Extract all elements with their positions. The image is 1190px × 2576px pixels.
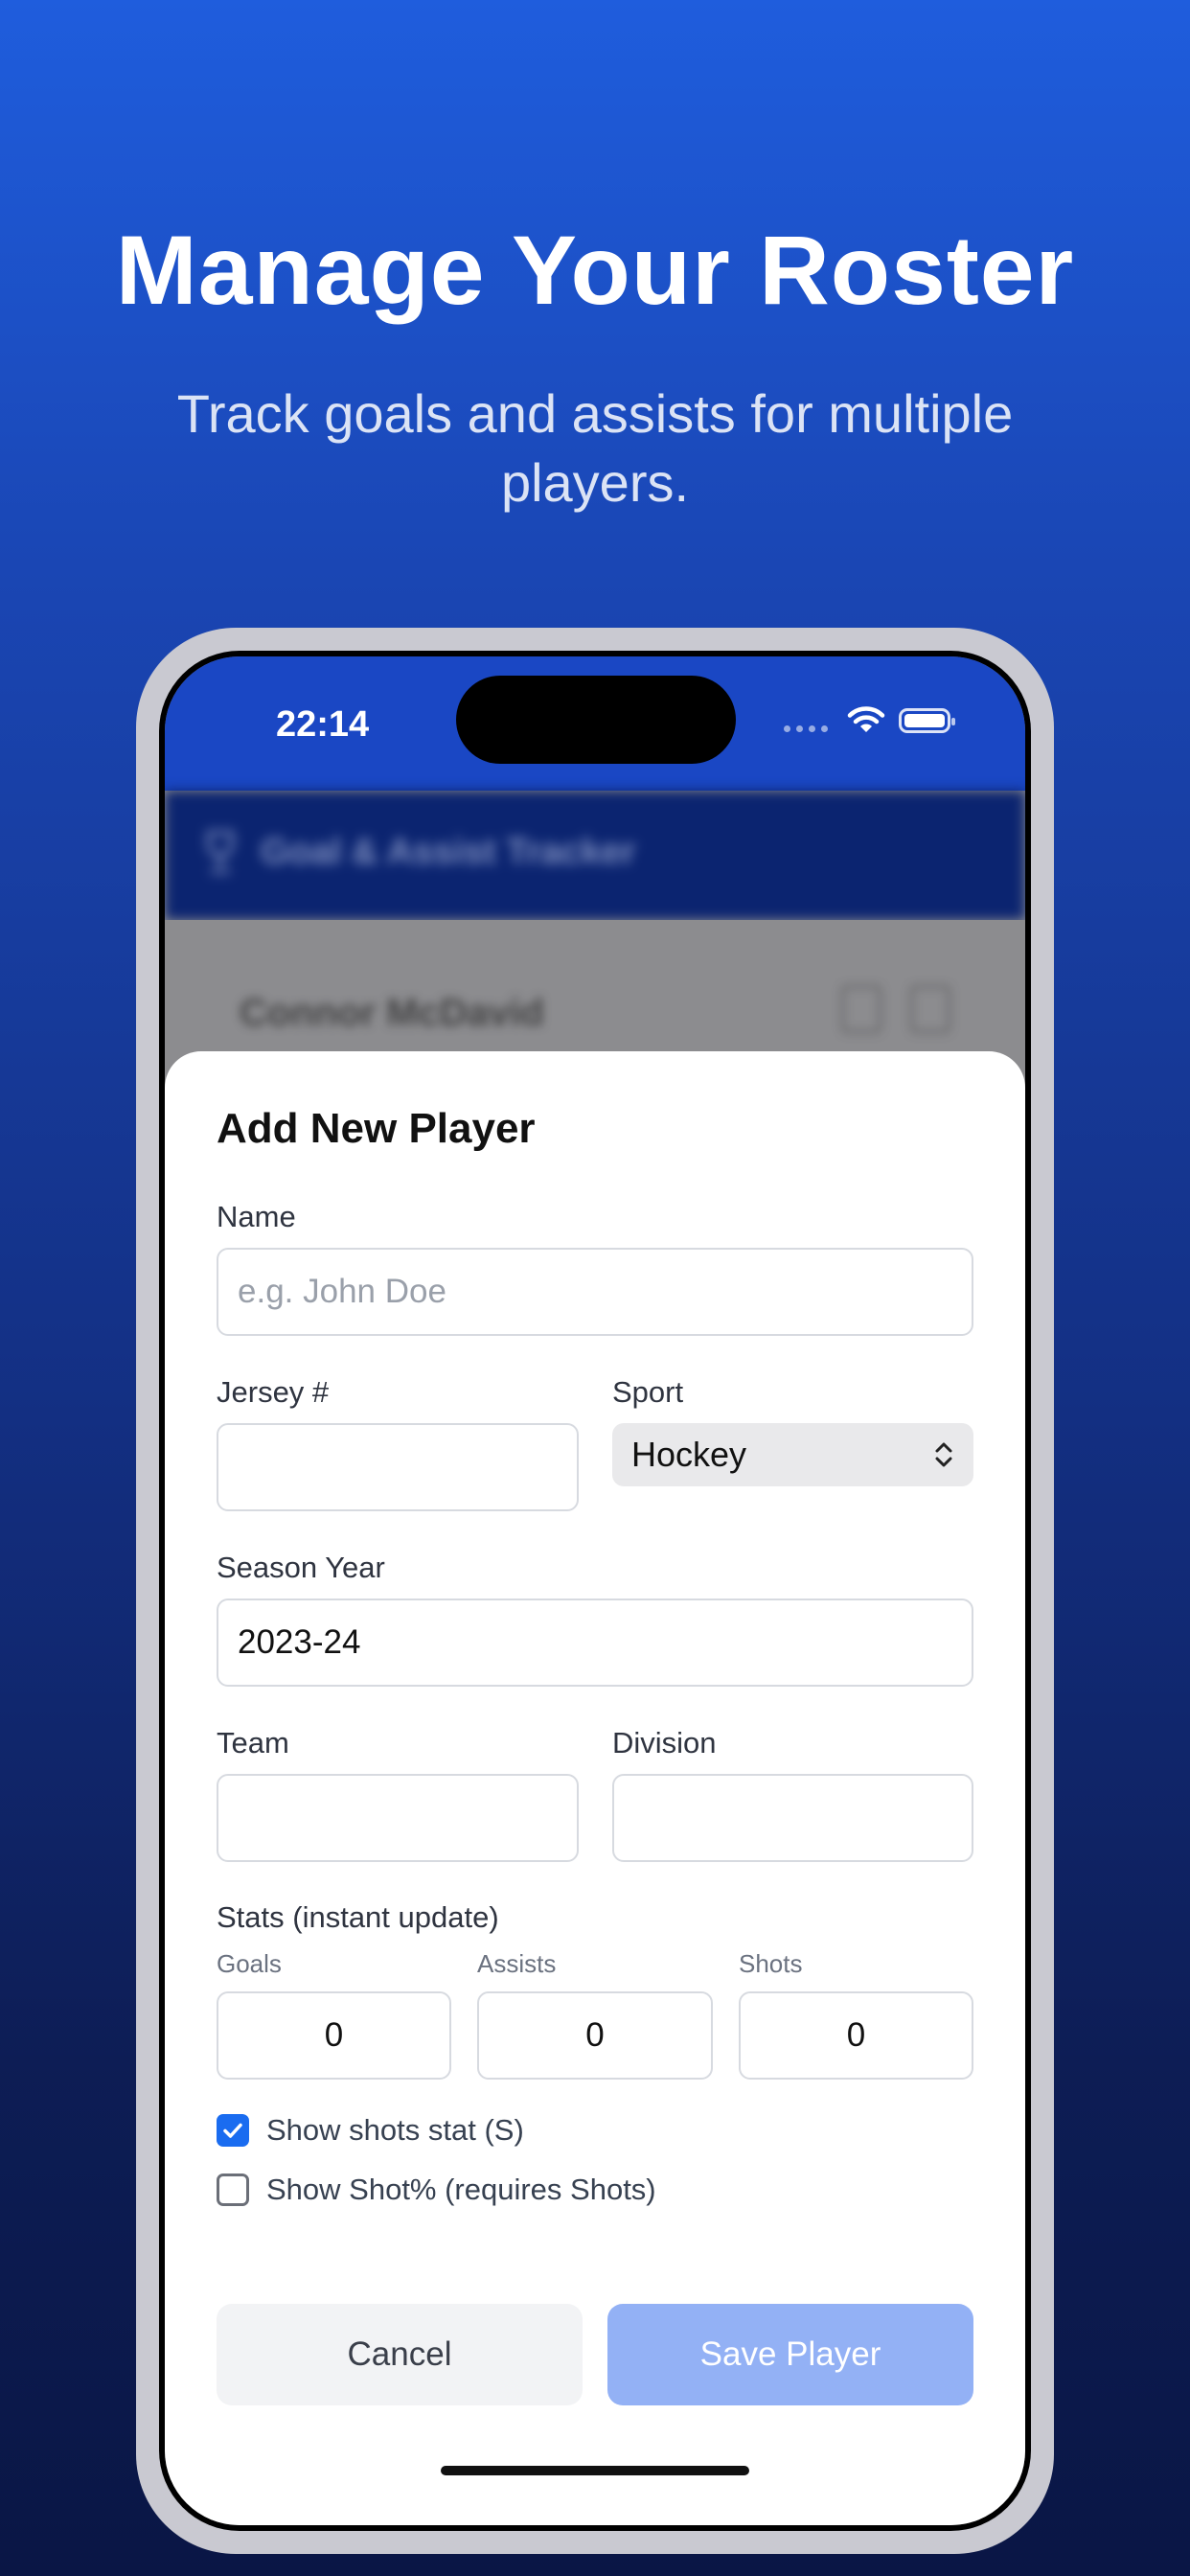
checkbox-checked[interactable] — [217, 2114, 249, 2147]
player-row-actions — [841, 985, 950, 1033]
save-player-button[interactable]: Save Player — [607, 2304, 973, 2405]
dynamic-island — [456, 676, 736, 764]
app-title: Goal & Assist Tracker — [199, 829, 635, 875]
chevron-up-down-icon — [933, 1440, 954, 1469]
team-label: Team — [217, 1726, 289, 1760]
subheadline: Track goals and assists for multiple pla… — [176, 383, 1014, 513]
jersey-label: Jersey # — [217, 1375, 330, 1409]
cellular-signal-icon — [784, 724, 828, 732]
add-player-sheet: Add New Player Name Jersey # Sport Hocke… — [165, 1051, 1025, 2525]
cancel-button[interactable]: Cancel — [217, 2304, 583, 2405]
shots-input[interactable] — [739, 1991, 973, 2080]
trash-icon — [910, 985, 950, 1033]
status-time: 22:14 — [276, 704, 370, 745]
checkbox-unchecked[interactable] — [217, 2174, 249, 2206]
show-shot-pct-toggle[interactable]: Show Shot% (requires Shots) — [217, 2173, 656, 2207]
status-icons — [784, 706, 955, 735]
wifi-icon — [847, 706, 885, 732]
app-title-text: Goal & Assist Tracker — [261, 831, 636, 872]
sport-label: Sport — [612, 1375, 684, 1409]
name-input[interactable] — [217, 1248, 973, 1336]
sport-select[interactable]: Hockey — [612, 1423, 973, 1486]
sheet-title: Add New Player — [217, 1105, 536, 1152]
goals-label: Goals — [217, 1949, 282, 1978]
assists-input[interactable] — [477, 1991, 713, 2080]
phone-screen: 22:14 Goal & Assist Tracker Connor McDav… — [165, 656, 1025, 2525]
sport-select-value: Hockey — [631, 1435, 747, 1474]
trophy-icon — [207, 831, 234, 873]
show-shots-toggle[interactable]: Show shots stat (S) — [217, 2113, 524, 2148]
jersey-input[interactable] — [217, 1423, 579, 1511]
goals-input[interactable] — [217, 1991, 451, 2080]
show-shot-pct-label: Show Shot% (requires Shots) — [266, 2173, 656, 2206]
season-input[interactable] — [217, 1598, 973, 1687]
season-label: Season Year — [217, 1551, 385, 1584]
app-header-blurred: Goal & Assist Tracker — [165, 791, 1025, 920]
player-row-name: Connor McDavid — [240, 992, 544, 1034]
headline: Manage Your Roster — [115, 216, 1075, 325]
status-bar: 22:14 — [165, 656, 1025, 791]
battery-icon — [899, 708, 955, 733]
division-label: Division — [612, 1726, 717, 1760]
show-shots-label: Show shots stat (S) — [266, 2113, 524, 2147]
name-label: Name — [217, 1200, 296, 1233]
team-input[interactable] — [217, 1774, 579, 1862]
stats-label: Stats (instant update) — [217, 1900, 499, 1934]
shots-label: Shots — [739, 1949, 803, 1978]
edit-icon — [841, 985, 881, 1033]
checkmark-icon — [223, 2123, 242, 2138]
home-indicator[interactable] — [441, 2466, 749, 2475]
assists-label: Assists — [477, 1949, 557, 1978]
division-input[interactable] — [612, 1774, 973, 1862]
